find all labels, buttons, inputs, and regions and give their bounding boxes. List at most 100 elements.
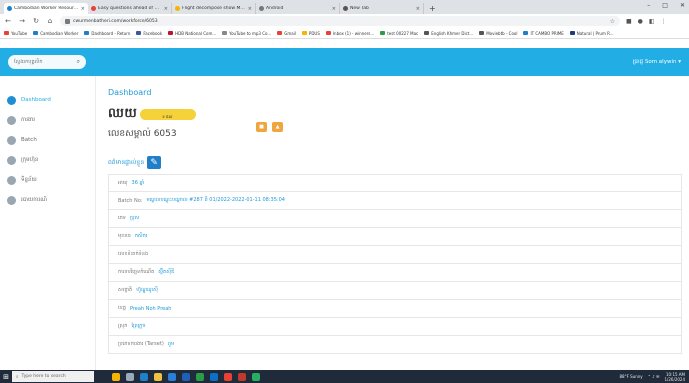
extension-icon[interactable]: ■ <box>626 18 632 25</box>
bookmark-item[interactable]: HDB National Com... <box>168 31 216 36</box>
chrome-icon[interactable] <box>224 372 232 381</box>
browser-tab[interactable]: Cambodian Worker Resource × <box>4 3 88 14</box>
bookmark-item[interactable]: Facebook <box>136 31 162 36</box>
tab-close-icon[interactable]: × <box>248 6 252 12</box>
forward-icon[interactable]: → <box>18 17 26 25</box>
sidebar-item-label: ការងារ <box>21 117 35 123</box>
tray-icons[interactable]: ⌃ ♪ ✉ <box>648 374 660 379</box>
info-row: សញ្ជាតិ ហ៊ូណ្ឌូណូស៊ី <box>108 282 682 300</box>
word-icon[interactable] <box>182 372 190 381</box>
info-label: ប្រភេទការងារ (Tarset) <box>118 341 164 347</box>
clock[interactable]: 10:15 AM 1/26/2024 <box>664 372 685 382</box>
site-info-icon[interactable] <box>65 18 70 24</box>
bookmark-label: Facebook <box>143 30 163 36</box>
maximize-icon[interactable]: □ <box>662 2 668 9</box>
store-icon[interactable] <box>168 372 176 381</box>
bookmark-item[interactable]: YouTube to mp3 Co... <box>222 31 271 36</box>
sidebar-item-icon <box>7 195 16 205</box>
sidebar-item[interactable]: Batch <box>0 130 95 150</box>
excel-icon[interactable] <box>196 372 204 381</box>
task-view-icon[interactable] <box>126 372 134 381</box>
browser-tab-strip: Cambodian Worker Resource × Easy questions… <box>0 0 689 14</box>
info-value: កសិករ <box>134 233 148 239</box>
bookmark-label: test 00227 Mac <box>387 30 419 36</box>
bookmark-item[interactable]: Natural | Prum R... <box>569 31 614 36</box>
browser-tab[interactable]: Easy questions ahead of Rem × <box>88 3 172 14</box>
bookmark-item[interactable]: test 00227 Mac <box>380 31 418 36</box>
bookmark-item[interactable]: Cambodian Worker <box>33 31 78 36</box>
tab-close-icon[interactable]: × <box>164 6 168 12</box>
bookmark-item[interactable]: Gmail <box>277 31 296 36</box>
menu-icon[interactable]: ⋮ <box>661 18 667 25</box>
tab-favicon-icon <box>7 6 12 11</box>
tab-favicon-icon <box>343 6 348 11</box>
new-tab-button[interactable]: + <box>424 3 441 14</box>
powerpoint-icon[interactable] <box>238 372 246 381</box>
info-label: អាយុ <box>118 179 128 186</box>
back-icon[interactable]: ← <box>4 17 12 25</box>
sidepanel-icon[interactable]: ◧ <box>649 18 655 25</box>
bookmark-item[interactable]: IT CAMBO PRIME <box>523 31 564 36</box>
bookmark-item[interactable]: Dashboard - Return <box>84 31 130 36</box>
folder-icon[interactable] <box>154 372 162 381</box>
app-icon[interactable] <box>112 372 120 381</box>
bookmark-label: HDB National Com... <box>175 30 217 36</box>
breadcrumb[interactable]: Dashboard <box>108 88 151 97</box>
info-label: ភេទ <box>118 215 126 221</box>
taskbar-search-placeholder: Type here to search <box>21 374 66 379</box>
weather-text[interactable]: 88°F Sunny <box>619 374 642 379</box>
upload-button[interactable]: ▲ <box>272 122 283 132</box>
info-row: ខេត្ត Preah Noh Preah <box>108 300 682 318</box>
profile-icon[interactable]: ● <box>638 18 643 25</box>
edit-icon[interactable]: ✎ <box>147 156 162 169</box>
worker-search-box[interactable]: ស្វែងរកបុគ្គលិក ⌕ <box>8 55 86 69</box>
browser-toolbar: ← → ↻ ⌂ cwurmenbatheri.com/workforce/605… <box>0 14 689 28</box>
close-window-icon[interactable]: ✕ <box>680 2 685 9</box>
bookmark-item[interactable]: Inbox (1) - winners... <box>325 31 374 36</box>
edge-icon[interactable] <box>140 372 148 381</box>
bookmark-favicon-icon <box>424 31 430 35</box>
sidebar-item[interactable]: ការងារ <box>0 110 95 130</box>
taskbar-apps <box>112 372 260 381</box>
windows-start-icon[interactable]: ⊞ <box>0 370 12 383</box>
bookmark-item[interactable]: English Khmer Dict... <box>424 31 473 36</box>
minimize-icon[interactable]: – <box>647 2 650 9</box>
sidebar-item[interactable]: របាយការណ៍ <box>0 190 95 210</box>
window-controls: – □ ✕ <box>647 2 685 9</box>
browser-tab[interactable]: Android × <box>256 3 340 14</box>
info-row: Batch No: មណ្ឌលបណ្តុះបណ្តាល #287 ពី 01/20… <box>108 192 682 210</box>
taskbar-search[interactable]: ⌕ Type here to search <box>12 371 94 382</box>
bookmark-favicon-icon <box>222 31 228 35</box>
bookmark-item[interactable]: PDUS <box>301 31 320 36</box>
search-icon[interactable]: ⌕ <box>77 58 80 66</box>
home-icon[interactable]: ⌂ <box>46 17 54 25</box>
sidebar-item[interactable]: Dashboard <box>0 90 95 110</box>
bookmark-item[interactable]: Moviebtb - Cool <box>479 31 517 36</box>
address-bar[interactable]: cwurmenbatheri.com/workforce/6053 ☆ <box>60 16 620 26</box>
sidebar-item[interactable]: ទិន្នន័យ <box>0 170 95 190</box>
sidebar-item-label: របាយការណ៍ <box>21 197 47 203</box>
print-button[interactable]: ■ <box>256 122 267 132</box>
bookmark-item[interactable]: YouTube <box>4 31 27 36</box>
tab-title: New Tab <box>350 6 369 11</box>
browser-tab[interactable]: New Tab × <box>340 3 424 14</box>
browser-tab[interactable]: Flight decompose show MHDT × <box>172 3 256 14</box>
tab-close-icon[interactable]: × <box>332 6 336 12</box>
sidebar-item-label: ក្រុមហ៊ុន <box>21 157 39 163</box>
maps-icon[interactable] <box>252 372 260 381</box>
info-value: ហ៊ូណ្ឌូណូស៊ី <box>136 287 158 293</box>
bookmark-star-icon[interactable]: ☆ <box>610 18 615 25</box>
sidebar-item[interactable]: ក្រុមហ៊ុន <box>0 150 95 170</box>
tab-close-icon[interactable]: × <box>81 6 85 12</box>
system-tray: 88°F Sunny ⌃ ♪ ✉ 10:15 AM 1/26/2024 <box>619 372 689 382</box>
reload-icon[interactable]: ↻ <box>32 17 40 25</box>
outlook-icon[interactable] <box>210 372 218 381</box>
info-row: ប្រភេទការងារ (Tarset) ពួម <box>108 336 682 354</box>
info-value: 36 ឆ្នាំ <box>131 179 145 186</box>
bookmark-label: Moviebtb - Cool <box>486 30 518 36</box>
bookmark-favicon-icon <box>168 31 174 35</box>
tab-close-icon[interactable]: × <box>416 6 420 12</box>
taskbar: ⊞ ⌕ Type here to search 88°F Sunny ⌃ ♪ ✉… <box>0 370 689 383</box>
user-menu[interactable]: ប្រាជ្ញ Som alywin ▾ <box>633 58 681 66</box>
sidebar: Dashboard ការងារ Batch ក្រុមហ៊ុនទិន្នន័យរបា… <box>0 76 96 370</box>
